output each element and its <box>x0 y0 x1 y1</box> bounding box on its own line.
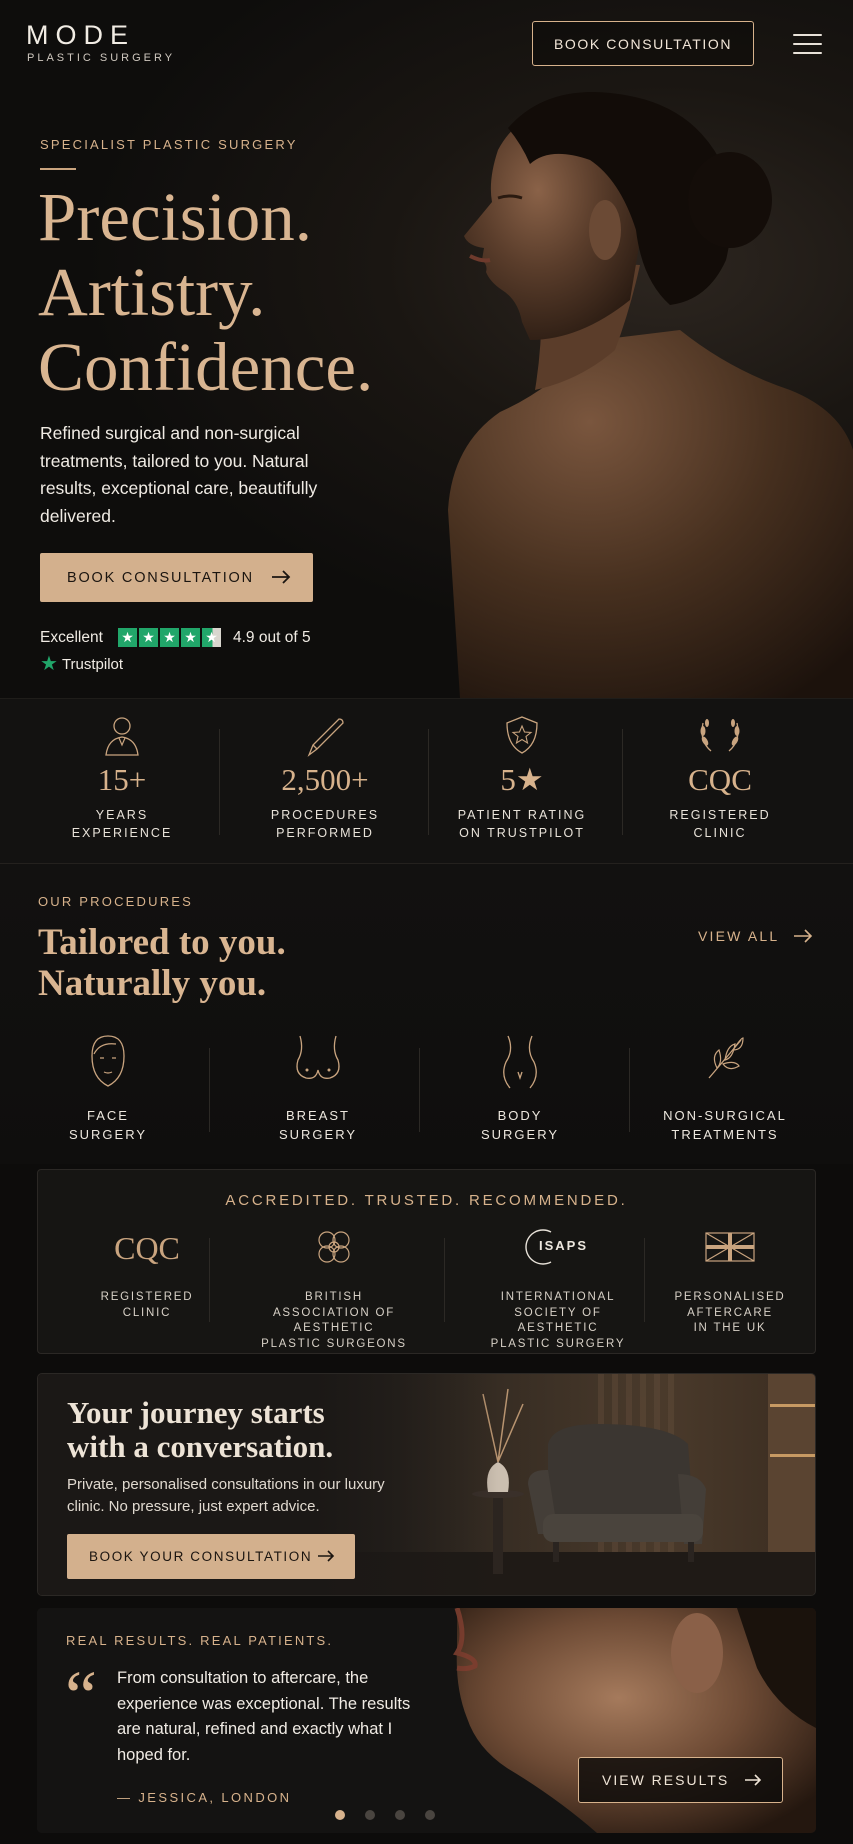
book-your-consultation-button[interactable]: BOOK YOUR CONSULTATION <box>67 1534 355 1579</box>
divider <box>209 1238 210 1322</box>
view-all-label: VIEW ALL <box>698 928 780 944</box>
logo[interactable]: MODE <box>26 20 135 51</box>
laurel-icon <box>700 719 740 752</box>
arrow-right-icon <box>794 929 813 943</box>
testimonial-quote: From consultation to aftercare, the expe… <box>117 1669 411 1764</box>
stat-label: PROCEDURES PERFORMED <box>270 808 380 840</box>
body-icon <box>503 1035 537 1089</box>
star-half-icon: ★ <box>202 628 221 647</box>
carousel-dots <box>335 1810 435 1820</box>
stat-cqc: CQC REGISTERED CLINIC <box>620 699 820 865</box>
header-book-consultation-button[interactable]: BOOK CONSULTATION <box>532 21 754 66</box>
hero-title: Precision. Artistry. Confidence. <box>38 180 373 405</box>
consultation-description: Private, personalised consultations in o… <box>67 1476 385 1515</box>
view-all-link[interactable]: VIEW ALL <box>698 928 813 944</box>
accreditations-panel: ACCREDITED. TRUSTED. RECOMMENDED. CQC RE… <box>37 1169 816 1354</box>
leaf-icon <box>708 1037 744 1079</box>
trustpilot-stars: ★ ★ ★ ★ ★ <box>118 628 221 647</box>
testimonial-eyebrow: REAL RESULTS. REAL PATIENTS. <box>66 1633 334 1648</box>
hero-section: SPECIALIST PLASTIC SURGERY Precision. Ar… <box>0 0 853 698</box>
procedures-eyebrow: OUR PROCEDURES <box>38 894 194 909</box>
carousel-dot[interactable] <box>425 1810 435 1820</box>
carousel-dot[interactable] <box>395 1810 405 1820</box>
divider <box>444 1238 445 1322</box>
trustpilot-score: 4.9 out of 5 <box>233 629 311 646</box>
stat-label: REGISTERED CLINIC <box>669 808 771 840</box>
cqc-logo: CQC <box>114 1230 180 1266</box>
stat-value: 15+ <box>97 762 147 797</box>
stat-value: 2,500+ <box>281 762 369 797</box>
trustpilot-label: Excellent <box>40 629 103 646</box>
star-icon: ★ <box>181 628 200 647</box>
shield-star-icon <box>506 716 538 754</box>
accreditation-label: INTERNATIONAL SOCIETY OF AESTHETIC PLASTIC … <box>490 1291 626 1350</box>
person-icon <box>105 717 139 756</box>
stat-years: 15+ YEARS EXPERIENCE <box>22 699 222 865</box>
consultation-cta-label: BOOK YOUR CONSULTATION <box>89 1549 313 1564</box>
hero-description: Refined surgical and non-surgical treatm… <box>40 423 318 526</box>
divider <box>209 1048 210 1132</box>
consultation-title: Your journey starts with a conversation. <box>67 1395 334 1464</box>
trustpilot-brand: Trustpilot <box>61 655 124 673</box>
hero-book-consultation-button[interactable]: BOOK CONSULTATION <box>40 553 313 602</box>
accreditation-label: REGISTERED CLINIC <box>100 1291 194 1319</box>
procedure-label: FACE SURGERY <box>68 1108 148 1142</box>
view-results-label: VIEW RESULTS <box>602 1772 730 1788</box>
hero-portrait-image <box>448 92 853 698</box>
stat-label: PATIENT RATING ON TRUSTPILOT <box>457 808 587 840</box>
consultation-banner: Your journey starts with a conversation.… <box>37 1373 816 1596</box>
trustpilot-star-icon: ★ <box>40 653 58 675</box>
uk-flag-icon <box>705 1232 755 1262</box>
procedure-label: BREAST SURGERY <box>278 1108 358 1142</box>
site-header: MODE PLASTIC SURGERY BOOK CONSULTATION <box>0 0 853 90</box>
hamburger-menu-icon[interactable] <box>793 34 822 54</box>
hero-title-line: Precision. <box>38 179 313 255</box>
procedure-label: BODY SURGERY <box>480 1108 560 1142</box>
hero-eyebrow: SPECIALIST PLASTIC SURGERY <box>40 137 298 152</box>
arrow-right-icon <box>318 1550 335 1562</box>
eyebrow-divider <box>40 168 76 170</box>
accreditations-title: ACCREDITED. TRUSTED. RECOMMENDED. <box>225 1192 628 1209</box>
carousel-dot[interactable] <box>335 1810 345 1820</box>
trustpilot-logo[interactable]: ★ Trustpilot <box>40 654 123 674</box>
divider <box>644 1238 645 1322</box>
stats-bar: 15+ YEARS EXPERIENCE 2,500+ PROCEDURES PER… <box>0 698 853 864</box>
arrow-right-icon <box>745 1774 762 1786</box>
baaps-crest-icon <box>318 1231 350 1263</box>
accreditation-label: BRITISH ASSOCIATION OF AESTHETIC PLASTIC SU… <box>261 1291 407 1350</box>
stat-value: 5★ <box>500 762 544 797</box>
stat-procedures: 2,500+ PROCEDURES PERFORMED <box>225 699 425 865</box>
star-icon: ★ <box>139 628 158 647</box>
stat-rating: 5★ PATIENT RATING ON TRUSTPILOT <box>422 699 622 865</box>
procedures-section: OUR PROCEDURES Tailored to you. Naturall… <box>0 864 853 1164</box>
face-icon <box>91 1035 125 1087</box>
stat-label: YEARS EXPERIENCE <box>71 808 173 840</box>
procedures-title: Tailored to you. Naturally you. <box>38 922 286 1004</box>
arrow-right-icon <box>272 570 291 584</box>
testimonial-section: REAL RESULTS. REAL PATIENTS. “ From cons… <box>37 1608 816 1833</box>
view-results-button[interactable]: VIEW RESULTS <box>578 1757 783 1803</box>
carousel-dot[interactable] <box>365 1810 375 1820</box>
accreditation-label: PERSONALISED AFTERCARE IN THE UK <box>674 1291 786 1334</box>
hero-cta-label: BOOK CONSULTATION <box>67 569 254 586</box>
hero-title-line: Artistry. <box>38 254 266 330</box>
star-icon: ★ <box>160 628 179 647</box>
isaps-logo: ISAPS <box>521 1228 595 1266</box>
stat-value: CQC <box>688 762 752 797</box>
logo-subtitle: PLASTIC SURGERY <box>27 52 176 64</box>
hero-title-line: Confidence. <box>38 329 374 405</box>
star-icon: ★ <box>118 628 137 647</box>
testimonial-author: — JESSICA, LONDON <box>117 1790 292 1805</box>
scalpel-icon <box>307 718 344 757</box>
divider <box>219 729 220 835</box>
quote-icon: “ <box>65 1656 97 1736</box>
procedure-label: NON-SURGICAL TREATMENTS <box>663 1108 787 1142</box>
breast-icon <box>296 1035 340 1079</box>
